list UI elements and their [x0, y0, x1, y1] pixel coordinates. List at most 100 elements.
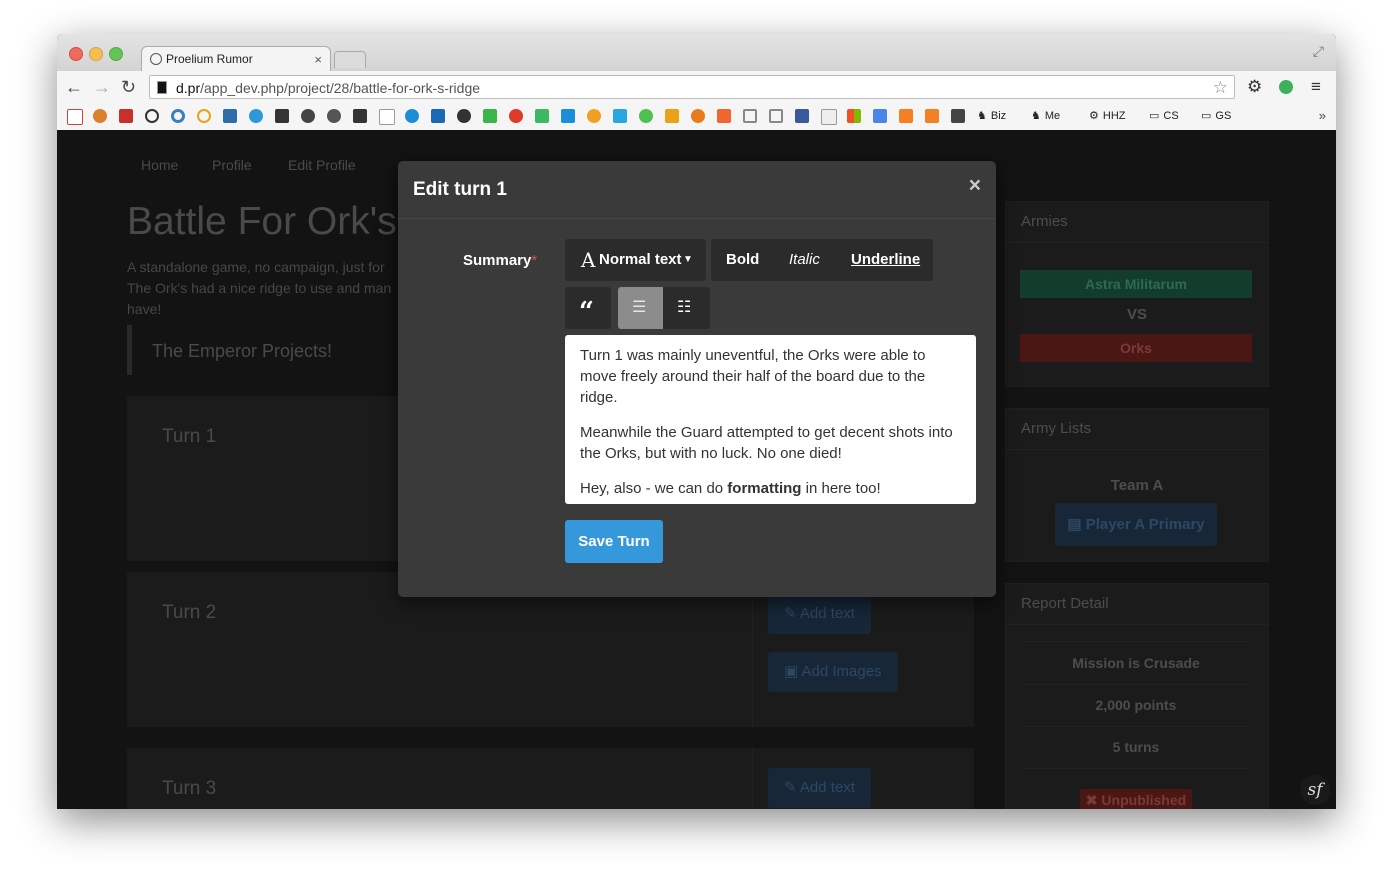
bookmark-folder-gs[interactable]: ▭ GS	[1201, 109, 1231, 123]
bookmark-icon[interactable]	[93, 109, 107, 123]
armies-panel: Armies Astra Militarum VS Orks	[1005, 201, 1269, 387]
bookmark-icon[interactable]	[899, 109, 913, 123]
back-arrow-icon[interactable]: ←	[65, 77, 83, 97]
bold-button[interactable]: Bold	[726, 239, 759, 281]
bookmark-folder-label: HHZ	[1102, 110, 1126, 122]
bookmark-icon[interactable]	[639, 109, 653, 123]
bookmark-icon[interactable]	[483, 109, 497, 123]
army-b-label[interactable]: Orks	[1020, 334, 1252, 362]
bookmark-icon[interactable]	[795, 109, 809, 123]
zoom-window-button[interactable]	[109, 47, 123, 61]
ordered-list-button[interactable]: ☰	[618, 287, 663, 329]
bookmark-icon[interactable]	[431, 109, 445, 123]
turns-label: 5 turns	[1021, 726, 1251, 769]
address-bar[interactable]: d.pr/app_dev.php/project/28/battle-for-o…	[149, 75, 1235, 99]
mission-label: Mission is Crusade	[1021, 641, 1251, 685]
bookmark-icon[interactable]	[275, 109, 289, 123]
bookmark-icon[interactable]	[145, 109, 159, 123]
bookmark-icon[interactable]	[951, 109, 965, 123]
fullscreen-icon[interactable]: ⤢	[1313, 43, 1324, 60]
bookmark-star-icon[interactable]: ☆	[1213, 76, 1228, 100]
text-style-dropdown[interactable]: A Normal text ▼	[565, 239, 706, 281]
bookmark-icon[interactable]	[405, 109, 419, 123]
bookmark-icon[interactable]	[457, 109, 471, 123]
bookmark-icon[interactable]	[197, 109, 211, 123]
url-host: d.pr	[176, 80, 201, 96]
bookmark-icon[interactable]	[587, 109, 601, 123]
bookmark-folder-hhz[interactable]: ⚙ HHZ	[1089, 109, 1125, 123]
new-tab-button[interactable]	[334, 51, 366, 68]
bookmark-icon[interactable]	[119, 109, 133, 123]
format-button-group: Bold Italic Underline	[711, 239, 933, 281]
bookmark-icon[interactable]	[691, 109, 705, 123]
horse-rider-icon: ♞	[1031, 110, 1041, 123]
bookmark-icon[interactable]	[171, 109, 185, 123]
bookmark-folder-label: CS	[1163, 110, 1179, 122]
bookmark-icon[interactable]	[379, 109, 395, 125]
summary-editor[interactable]: Turn 1 was mainly uneventful, the Orks w…	[565, 335, 976, 504]
unordered-list-icon[interactable]: ☷	[677, 287, 691, 329]
browser-tab-strip: Proelium Rumor × ⤢	[57, 34, 1336, 72]
bookmark-icon[interactable]	[223, 109, 237, 123]
bookmark-icon[interactable]	[665, 109, 679, 123]
bookmark-icon[interactable]	[769, 109, 783, 123]
forward-arrow-icon[interactable]: →	[93, 77, 111, 97]
editor-bold-text: formatting	[727, 480, 802, 497]
description-line: have!	[127, 301, 162, 317]
more-bookmarks-icon[interactable]: »	[1319, 108, 1326, 123]
bookmark-icon[interactable]	[873, 109, 887, 123]
close-icon[interactable]: ×	[969, 174, 981, 198]
tab-close-icon[interactable]: ×	[314, 47, 322, 72]
bookmark-icon[interactable]	[561, 109, 575, 123]
bookmark-icon[interactable]	[847, 109, 861, 123]
bookmark-icon[interactable]	[535, 109, 549, 123]
bookmark-icon[interactable]	[613, 109, 627, 123]
bookmark-icon[interactable]	[249, 109, 263, 123]
bookmark-icon[interactable]	[67, 109, 83, 125]
extension-leaf-icon[interactable]	[1279, 80, 1293, 94]
underline-button[interactable]: Underline	[851, 239, 920, 281]
panel-heading: Army Lists	[1006, 409, 1268, 450]
bookmark-folder-biz[interactable]: ♞ Biz	[977, 109, 1006, 123]
gear-icon[interactable]: ⚙	[1247, 78, 1262, 96]
image-icon: ▣	[784, 663, 802, 680]
browser-tab[interactable]: Proelium Rumor ×	[141, 46, 331, 72]
bookmark-icon[interactable]	[509, 109, 523, 123]
bookmark-icon[interactable]	[925, 109, 939, 123]
site-favicon-icon	[150, 53, 162, 65]
description-line: A standalone game, no campaign, just for	[127, 259, 385, 275]
reload-icon[interactable]: ↻	[121, 77, 136, 97]
army-a-label[interactable]: Astra Militarum	[1020, 270, 1252, 298]
bookmark-icon[interactable]	[327, 109, 341, 123]
blockquote-button[interactable]: “	[565, 287, 611, 329]
status-badge[interactable]: ✖ Unpublished	[1080, 789, 1192, 809]
bookmark-folder-me[interactable]: ♞ Me	[1031, 109, 1060, 123]
page-icon	[157, 81, 167, 94]
project-blockquote: The Emperor Projects!	[127, 325, 412, 375]
bookmark-folder-label: Biz	[990, 110, 1007, 122]
add-images-button[interactable]: ▣ Add Images	[768, 652, 898, 692]
add-text-button[interactable]: ✎ Add text	[768, 594, 871, 634]
player-primary-button[interactable]: ▤ Player A Primary	[1055, 503, 1217, 546]
symfony-toolbar-icon[interactable]: sf	[1300, 775, 1330, 805]
modal-title: Edit turn 1	[413, 179, 507, 200]
bookmark-folder-cs[interactable]: ▭ CS	[1149, 109, 1179, 123]
save-turn-button[interactable]: Save Turn	[565, 520, 663, 563]
url-path: /app_dev.php/project/28/battle-for-ork-s…	[200, 80, 481, 96]
add-text-button[interactable]: ✎ Add text	[768, 768, 871, 808]
add-images-label: Add Images	[801, 663, 882, 680]
menu-icon[interactable]: ≡	[1311, 78, 1321, 96]
bookmark-icon[interactable]	[301, 109, 315, 123]
close-window-button[interactable]	[69, 47, 83, 61]
nav-profile[interactable]: Profile	[212, 157, 252, 173]
horse-rider-icon: ♞	[977, 110, 987, 123]
italic-button[interactable]: Italic	[789, 239, 820, 281]
nav-home[interactable]: Home	[141, 157, 178, 173]
bookmark-icon[interactable]	[743, 109, 757, 123]
bookmark-icon[interactable]	[717, 109, 731, 123]
bookmark-icon[interactable]	[821, 109, 837, 125]
minimize-window-button[interactable]	[89, 47, 103, 61]
required-marker: *	[531, 252, 538, 269]
bookmark-icon[interactable]	[353, 109, 367, 123]
nav-edit-profile[interactable]: Edit Profile	[288, 157, 356, 173]
